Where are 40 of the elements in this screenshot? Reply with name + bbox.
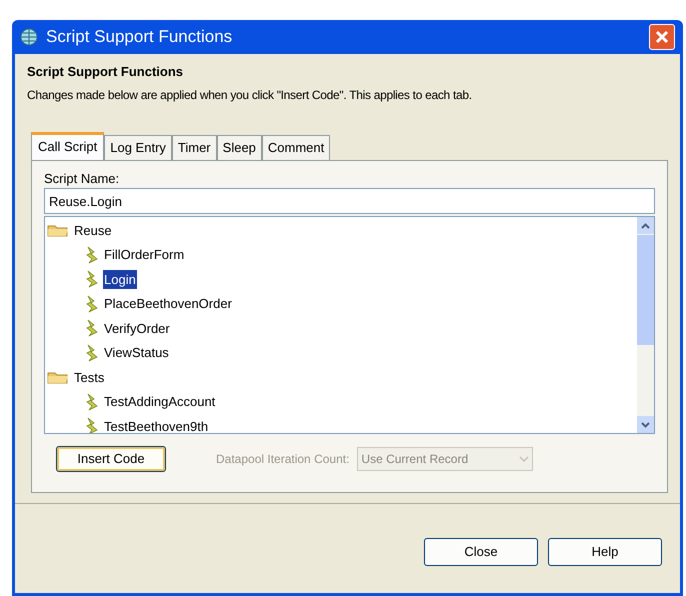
script-icon — [85, 344, 99, 362]
script-icon — [85, 270, 99, 288]
insert-code-button[interactable]: Insert Code — [56, 446, 166, 472]
tree-item[interactable]: ViewStatus — [103, 343, 170, 362]
tree-item[interactable]: Tests — [73, 368, 106, 387]
header-description: Changes made below are applied when you click "Insert Code". This applies to each tab. — [27, 86, 473, 104]
dialog-button[interactable]: Help — [548, 538, 662, 566]
tab[interactable]: Log Entry — [104, 134, 172, 160]
script-name-label: Script Name: — [44, 170, 120, 188]
dropdown-caret-icon — [519, 456, 530, 462]
tab[interactable]: Sleep — [216, 134, 262, 160]
tree-item[interactable]: TestBeethoven9th — [103, 416, 210, 433]
folder-icon — [47, 370, 69, 384]
close-button[interactable] — [649, 24, 675, 50]
tab[interactable]: Timer — [172, 134, 217, 160]
script-name-field[interactable]: Reuse.Login — [44, 188, 655, 214]
close-icon — [655, 30, 669, 44]
tree-item[interactable]: VerifyOrder — [103, 318, 171, 338]
tree-item[interactable]: TestAddingAccount — [103, 392, 216, 412]
globe-icon — [20, 28, 38, 46]
scroll-up-icon[interactable] — [641, 222, 650, 228]
script-icon — [85, 319, 99, 338]
tree-item[interactable]: Login — [103, 270, 137, 289]
script-icon — [85, 417, 99, 433]
tree-item[interactable]: PlaceBeethovenOrder — [103, 294, 233, 314]
script-icon — [85, 294, 99, 313]
script-icon — [85, 246, 99, 264]
datapool-label: Datapool Iteration Count: — [216, 451, 350, 468]
dropdown-value: Use Current Record — [361, 451, 470, 468]
tree-item[interactable]: Reuse — [73, 220, 113, 240]
header-title: Script Support Functions — [27, 63, 184, 81]
dialog-button[interactable]: Close — [424, 538, 538, 566]
script-icon — [85, 392, 99, 411]
tab[interactable]: Call Script — [31, 132, 104, 160]
scroll-down-icon[interactable] — [641, 422, 650, 428]
window-title: Script Support Functions — [46, 26, 232, 48]
tab[interactable]: Comment — [262, 134, 330, 160]
tree-item[interactable]: FillOrderForm — [103, 245, 186, 264]
scrollbar[interactable] — [637, 217, 654, 433]
folder-icon — [47, 223, 69, 238]
